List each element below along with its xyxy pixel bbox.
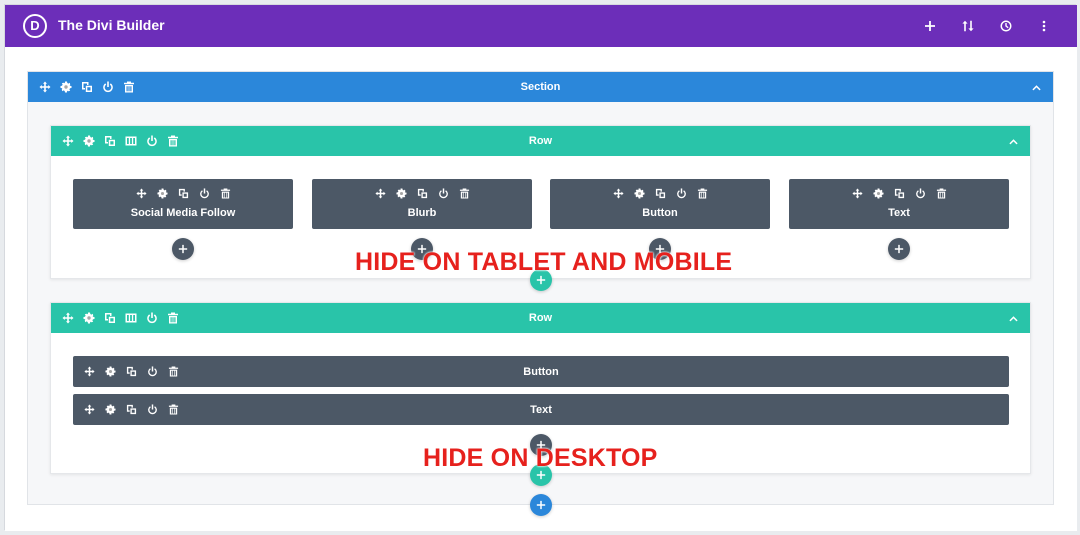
power-icon[interactable] — [914, 187, 926, 199]
annotation-row1: HIDE ON TABLET AND MOBILE — [355, 248, 733, 276]
duplicate-icon[interactable] — [654, 187, 666, 199]
builder-canvas: Section Row Social Media Follow Blurb Bu… — [5, 47, 1077, 531]
module-toolbar — [789, 187, 1009, 199]
section: Section Row Social Media Follow Blurb Bu… — [27, 71, 1054, 516]
more-icon[interactable] — [1025, 5, 1063, 47]
module-toolbar — [550, 187, 770, 199]
row-label: Row — [528, 135, 553, 147]
module-label: Blurb — [407, 207, 437, 219]
delete-icon[interactable] — [166, 135, 179, 148]
chevron-up-icon[interactable] — [1006, 303, 1020, 333]
module-label: Button — [642, 207, 678, 219]
move-icon[interactable] — [38, 81, 51, 94]
delete-icon[interactable] — [167, 366, 179, 378]
app-title: The Divi Builder — [58, 17, 165, 33]
power-icon[interactable] — [146, 404, 158, 416]
move-icon[interactable] — [61, 135, 74, 148]
module-social-media-follow[interactable]: Social Media Follow — [73, 179, 293, 229]
duplicate-icon[interactable] — [125, 404, 137, 416]
columns-icon[interactable] — [124, 312, 137, 325]
delete-icon[interactable] — [122, 81, 135, 94]
module-label: Text — [530, 403, 552, 416]
settings-icon[interactable] — [82, 312, 95, 325]
section-header[interactable]: Section — [28, 72, 1053, 102]
history-icon[interactable] — [987, 5, 1025, 47]
power-icon[interactable] — [145, 312, 158, 325]
chevron-up-icon[interactable] — [1006, 126, 1020, 156]
add-section-button[interactable] — [530, 494, 552, 516]
section-label: Section — [520, 81, 561, 93]
columns-icon[interactable] — [124, 135, 137, 148]
module-label: Button — [523, 365, 559, 378]
chevron-up-icon[interactable] — [1029, 72, 1043, 102]
power-icon[interactable] — [437, 187, 449, 199]
move-icon[interactable] — [612, 187, 624, 199]
power-icon[interactable] — [146, 366, 158, 378]
row-header[interactable]: Row — [51, 126, 1030, 156]
module-text[interactable]: Text — [73, 394, 1009, 425]
delete-icon[interactable] — [219, 187, 231, 199]
duplicate-icon[interactable] — [416, 187, 428, 199]
add-module-button[interactable] — [172, 238, 194, 260]
module-button[interactable]: Button — [550, 179, 770, 229]
delete-icon[interactable] — [935, 187, 947, 199]
topbar-actions — [911, 5, 1063, 47]
power-icon[interactable] — [101, 81, 114, 94]
settings-icon[interactable] — [633, 187, 645, 199]
duplicate-icon[interactable] — [80, 81, 93, 94]
divi-logo[interactable]: D — [23, 14, 47, 38]
move-icon[interactable] — [83, 404, 95, 416]
module-button[interactable]: Button — [73, 356, 1009, 387]
builder-window: D The Divi Builder Section Row Social Me… — [4, 4, 1077, 531]
row-toolbar — [61, 303, 179, 333]
duplicate-icon[interactable] — [177, 187, 189, 199]
module-blurb[interactable]: Blurb — [312, 179, 532, 229]
move-icon[interactable] — [374, 187, 386, 199]
delete-icon[interactable] — [696, 187, 708, 199]
power-icon[interactable] — [198, 187, 210, 199]
settings-icon[interactable] — [872, 187, 884, 199]
delete-icon[interactable] — [166, 312, 179, 325]
module-text[interactable]: Text — [789, 179, 1009, 229]
module-toolbar — [83, 356, 179, 387]
sort-icon[interactable] — [949, 5, 987, 47]
module-toolbar — [73, 187, 293, 199]
module-toolbar — [83, 394, 179, 425]
settings-icon[interactable] — [59, 81, 72, 94]
row-header[interactable]: Row — [51, 303, 1030, 333]
section-toolbar — [38, 72, 135, 102]
settings-icon[interactable] — [395, 187, 407, 199]
delete-icon[interactable] — [458, 187, 470, 199]
module-toolbar — [312, 187, 532, 199]
annotation-row2: HIDE ON DESKTOP — [423, 444, 658, 472]
row-toolbar — [61, 126, 179, 156]
move-icon[interactable] — [135, 187, 147, 199]
settings-icon[interactable] — [82, 135, 95, 148]
settings-icon[interactable] — [104, 404, 116, 416]
row-label: Row — [528, 312, 553, 324]
settings-icon[interactable] — [156, 187, 168, 199]
power-icon[interactable] — [145, 135, 158, 148]
module-label: Social Media Follow — [130, 207, 236, 219]
duplicate-icon[interactable] — [103, 135, 116, 148]
power-icon[interactable] — [675, 187, 687, 199]
duplicate-icon[interactable] — [893, 187, 905, 199]
move-icon[interactable] — [83, 366, 95, 378]
move-icon[interactable] — [61, 312, 74, 325]
module-label: Text — [888, 207, 910, 219]
delete-icon[interactable] — [167, 404, 179, 416]
add-module-button[interactable] — [888, 238, 910, 260]
builder-topbar: D The Divi Builder — [5, 5, 1077, 47]
add-icon[interactable] — [911, 5, 949, 47]
duplicate-icon[interactable] — [125, 366, 137, 378]
settings-icon[interactable] — [104, 366, 116, 378]
duplicate-icon[interactable] — [103, 312, 116, 325]
move-icon[interactable] — [851, 187, 863, 199]
